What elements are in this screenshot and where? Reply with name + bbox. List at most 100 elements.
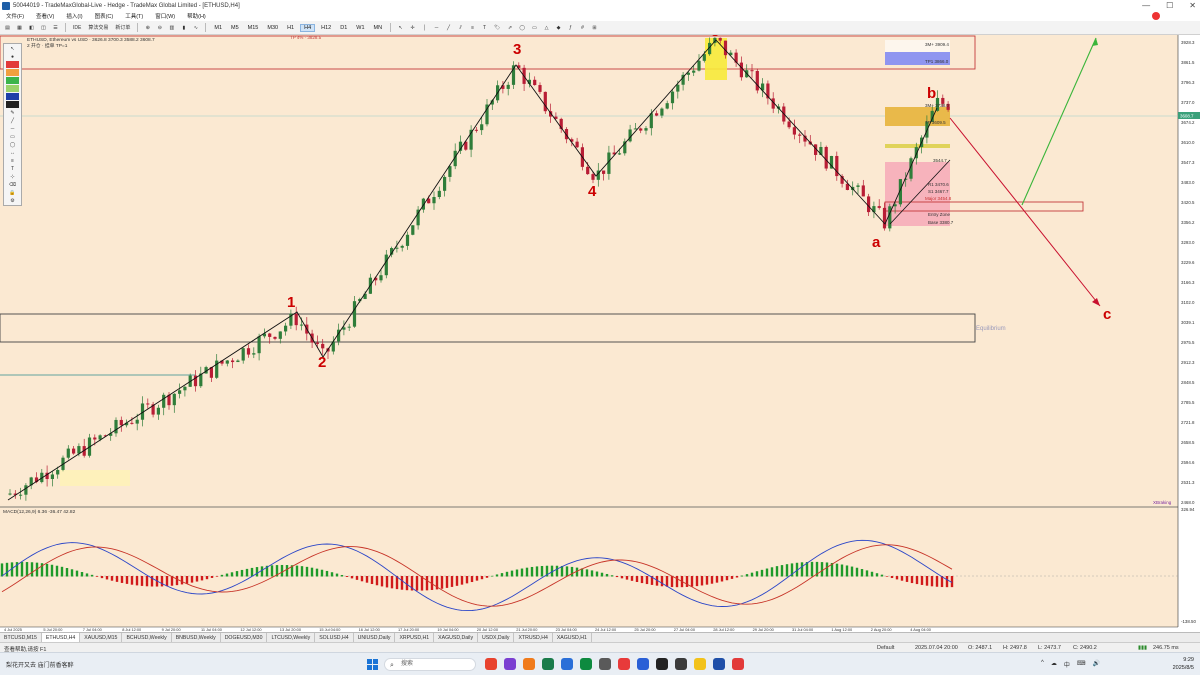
taskbar-app-icon[interactable] <box>523 658 535 670</box>
tab-solusd-h4[interactable]: SOLUSD,H4 <box>315 632 354 643</box>
trendline-icon[interactable]: ╱ <box>444 23 453 33</box>
keyboard-icon[interactable]: ⌨ <box>1077 660 1086 669</box>
taskbar-app-icon[interactable] <box>618 658 630 670</box>
fibonacci-icon[interactable]: ≡ <box>468 23 477 33</box>
pencil-tool-icon[interactable]: ✎ <box>6 109 19 116</box>
taskbar-clock[interactable]: 9:29 2025/8/5 <box>1173 656 1194 672</box>
zoom-in-icon[interactable]: ⊕ <box>143 23 152 33</box>
menu-file[interactable]: 文件(F) <box>4 12 26 20</box>
close-button[interactable]: ✕ <box>1189 0 1196 11</box>
tab-xtrusd-h4[interactable]: XTRUSD,H4 <box>514 632 553 643</box>
taskbar-app-icon[interactable] <box>580 658 592 670</box>
tab-bchusd-weekly[interactable]: BCHUSD,Weekly <box>122 632 172 643</box>
color-black-icon[interactable] <box>6 101 19 108</box>
taskbar-app-icon[interactable] <box>637 658 649 670</box>
indicators-icon[interactable]: ƒ <box>566 23 575 33</box>
taskbar-app-icon[interactable] <box>656 658 668 670</box>
channel-icon[interactable]: ⫽ <box>456 23 465 33</box>
tf-h12[interactable]: H12 <box>318 25 334 31</box>
ellipse-icon[interactable]: ◯ <box>517 23 527 33</box>
tf-w1[interactable]: W1 <box>353 25 367 31</box>
tab-xagusd-daily[interactable]: XAGUSD,Daily <box>434 632 479 643</box>
settings-tool-icon[interactable]: ⚙ <box>6 197 19 204</box>
taskbar-search[interactable]: ⌕ 搜索 <box>384 658 476 671</box>
color-lime-icon[interactable] <box>6 85 19 92</box>
fib-tool-icon[interactable]: ≡ <box>6 157 19 164</box>
cursor-tool-icon[interactable]: ↖ <box>6 45 19 52</box>
data-window-icon[interactable]: ◫ <box>39 23 48 33</box>
taskbar-app-icon[interactable] <box>713 658 725 670</box>
measure-tool-icon[interactable]: ⊹ <box>6 173 19 180</box>
arrow-tool-icon[interactable]: ↔ <box>6 149 19 156</box>
tab-xagusd-h1[interactable]: XAGUSD,H1 <box>553 632 592 643</box>
tf-m5[interactable]: M5 <box>228 25 242 31</box>
menu-charts[interactable]: 图表(C) <box>93 12 116 20</box>
ray-tool-icon[interactable]: ─ <box>6 125 19 132</box>
taskbar-app-icon[interactable] <box>599 658 611 670</box>
tab-ltcusd-weekly[interactable]: LTCUSD,Weekly <box>267 632 316 643</box>
taskbar-app-icon[interactable] <box>675 658 687 670</box>
tf-h4[interactable]: H4 <box>300 23 316 32</box>
taskbar-app-icon[interactable] <box>485 658 497 670</box>
menu-tools[interactable]: 工具(T) <box>123 12 145 20</box>
menu-view[interactable]: 查看(V) <box>34 12 56 20</box>
tab-btcusd-m15[interactable]: BTCUSD,M15 <box>0 632 42 643</box>
volume-icon[interactable]: 🔊 <box>1093 660 1100 669</box>
taskbar-app-icon[interactable] <box>694 658 706 670</box>
line-tool-icon[interactable]: ╱ <box>6 117 19 124</box>
crosshair-icon[interactable]: ✛ <box>408 23 417 33</box>
zoom-out-icon[interactable]: ⊖ <box>155 23 164 33</box>
menu-insert[interactable]: 插入(I) <box>64 12 84 20</box>
tab-usdx-daily[interactable]: USDX,Daily <box>478 632 515 643</box>
chart-area[interactable]: 1 2 3 4 5 a b c 3M+ 3909.4 TP1 3866.0 3M… <box>0 35 1200 632</box>
color-red-icon[interactable] <box>6 61 19 68</box>
bar-chart-icon[interactable]: ▥ <box>167 23 176 33</box>
tab-ethusd-h4[interactable]: ETHUSD,H4 <box>41 632 81 643</box>
tf-mn[interactable]: MN <box>371 25 386 31</box>
tab-xauusd-m15[interactable]: XAUUSD,M15 <box>80 632 123 643</box>
vertical-line-icon[interactable]: │ <box>420 23 429 33</box>
lock-tool-icon[interactable]: 🔒 <box>6 189 19 196</box>
shapes-icon[interactable]: ◆ <box>554 23 563 33</box>
label-icon[interactable]: 🏷 <box>492 23 502 33</box>
color-blue-icon[interactable] <box>6 93 19 100</box>
new-order-button[interactable]: 新订单 <box>113 23 132 33</box>
taskbar-app-icon[interactable] <box>542 658 554 670</box>
taskbar-app-icon[interactable] <box>504 658 516 670</box>
cloud-icon[interactable]: ☁ <box>1051 660 1057 669</box>
tf-d1[interactable]: D1 <box>337 25 350 31</box>
maximize-button[interactable]: ☐ <box>1166 0 1173 11</box>
tab-dogeusd-m30[interactable]: DOGEUSD,M30 <box>221 632 268 643</box>
minimize-button[interactable]: — <box>1142 0 1150 11</box>
text-icon[interactable]: T <box>480 23 489 33</box>
tf-m1[interactable]: M1 <box>211 25 225 31</box>
price-pane[interactable] <box>0 35 1178 507</box>
line-chart-icon[interactable]: ∿ <box>191 23 200 33</box>
tf-m30[interactable]: M30 <box>264 25 281 31</box>
triangle-icon[interactable]: △ <box>542 23 551 33</box>
eraser-tool-icon[interactable]: ⌫ <box>6 181 19 188</box>
algo-trading-button[interactable]: 算法交易 <box>86 23 110 33</box>
tf-m15[interactable]: M15 <box>245 25 262 31</box>
tray-overflow-icon[interactable]: ^ <box>1041 660 1044 669</box>
cursor-icon[interactable]: ↖ <box>396 23 405 33</box>
rect-tool-icon[interactable]: ▭ <box>6 133 19 140</box>
taskbar-widget-text[interactable]: 梨花开又去 庙门前香客醉 <box>6 660 74 669</box>
macd-pane[interactable] <box>0 507 1178 627</box>
tf-h1[interactable]: H1 <box>284 25 297 31</box>
ide-button[interactable]: IDE <box>71 23 83 33</box>
text-tool-icon[interactable]: T <box>6 165 19 172</box>
menu-help[interactable]: 帮助(H) <box>185 12 208 20</box>
grid-icon[interactable]: # <box>578 23 587 33</box>
color-orange-icon[interactable] <box>6 69 19 76</box>
tab-bnbusd-weekly[interactable]: BNBUSD,Weekly <box>172 632 221 643</box>
circle-tool-icon[interactable]: ● <box>6 53 19 60</box>
market-watch-icon[interactable]: ◧ <box>27 23 36 33</box>
ime-icon[interactable]: 中 <box>1064 660 1070 669</box>
color-green-icon[interactable] <box>6 77 19 84</box>
navigator-icon[interactable]: ☰ <box>51 23 60 33</box>
new-chart-icon[interactable]: ▤ <box>3 23 12 33</box>
arrow-icon[interactable]: ⇗ <box>505 23 514 33</box>
menu-window[interactable]: 窗口(W) <box>153 12 177 20</box>
notification-icon[interactable] <box>1152 12 1160 20</box>
